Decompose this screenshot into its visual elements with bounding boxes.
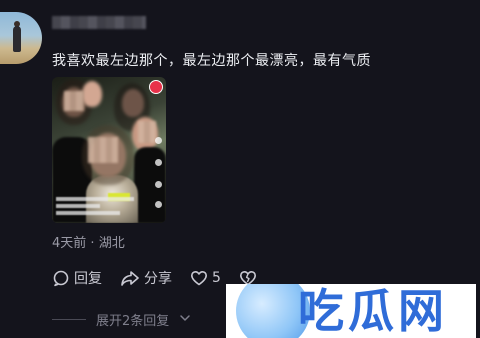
avatar[interactable]	[0, 12, 42, 64]
chevron-down-icon	[179, 312, 191, 327]
comment-meta: 4天前 · 湖北	[52, 232, 125, 251]
meta-separator: ·	[90, 236, 95, 251]
video-platform-logo-icon	[149, 80, 163, 94]
share-button[interactable]: 分享	[120, 268, 172, 288]
comment-item: 我喜欢最左边那个，最左边那个最漂亮，最有气质 4天前 · 湖北 回复 分享 5 …	[0, 0, 480, 338]
username-blurred[interactable]	[52, 16, 146, 29]
caption-line	[56, 211, 120, 215]
watermark-text: 吃瓜网	[298, 284, 448, 338]
caption-line	[56, 197, 134, 201]
image-face-blur	[82, 81, 102, 107]
expand-replies-button[interactable]: 展开2条回复	[52, 310, 191, 329]
share-arrow-icon	[120, 269, 140, 287]
video-like-icon	[155, 137, 162, 144]
video-caption-blurred	[56, 193, 136, 215]
reply-button[interactable]: 回复	[52, 268, 102, 288]
divider-line	[52, 319, 86, 320]
video-comment-icon	[155, 159, 162, 166]
comment-time: 4天前	[52, 236, 87, 251]
like-count: 5	[212, 270, 221, 286]
like-button[interactable]: 5	[190, 269, 221, 287]
reply-label: 回复	[74, 271, 102, 287]
comment-bubble-icon	[52, 269, 70, 287]
image-mosaic-patch	[88, 137, 118, 163]
avatar-figure-body	[13, 26, 21, 52]
image-mosaic-patch	[138, 121, 156, 143]
heart-icon	[190, 269, 208, 287]
site-watermark-logo: 吃瓜网	[226, 284, 476, 338]
expand-replies-label: 展开2条回复	[96, 314, 170, 329]
comment-text: 我喜欢最左边那个，最左边那个最漂亮，最有气质	[52, 53, 371, 69]
share-label: 分享	[144, 271, 172, 287]
video-favorite-icon	[155, 181, 162, 188]
comment-location: 湖北	[98, 236, 125, 251]
comment-image-thumbnail[interactable]	[52, 77, 166, 223]
caption-line	[56, 204, 100, 208]
video-share-icon	[155, 201, 162, 208]
image-mosaic-patch	[64, 91, 84, 111]
